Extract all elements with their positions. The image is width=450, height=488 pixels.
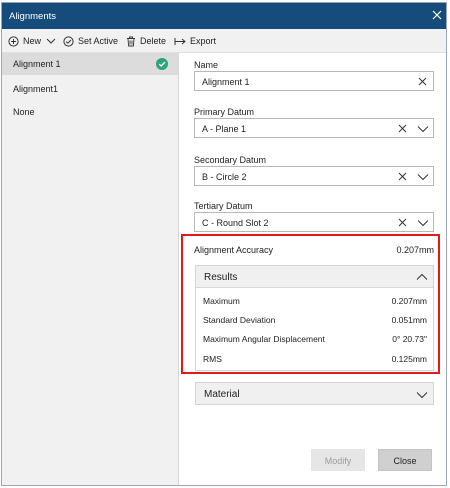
chevron-down-icon[interactable] — [416, 390, 428, 400]
trash-icon — [127, 36, 135, 46]
list-item[interactable]: None — [2, 101, 178, 123]
close-icon[interactable] — [428, 6, 446, 24]
highlight-box — [181, 234, 440, 374]
new-button[interactable]: New — [8, 34, 56, 48]
tertiary-datum-select[interactable]: C - Round Slot 2 — [194, 212, 434, 232]
clear-icon[interactable] — [397, 217, 408, 228]
delete-button-label: Delete — [140, 36, 167, 46]
chevron-down-icon[interactable] — [417, 124, 429, 134]
tertiary-datum-value: C - Round Slot 2 — [202, 218, 269, 228]
title-bar: Alignments — [2, 3, 446, 29]
material-panel[interactable]: Material — [195, 382, 434, 405]
export-button-label: Export — [190, 36, 217, 46]
close-button[interactable]: Close — [378, 449, 432, 471]
secondary-datum-select[interactable]: B - Circle 2 — [194, 166, 434, 186]
clear-icon[interactable] — [417, 76, 428, 87]
name-value: Alignment 1 — [202, 77, 250, 87]
primary-datum-value: A - Plane 1 — [202, 124, 247, 134]
toolbar: New Set Active Delete Export — [2, 29, 446, 53]
material-title: Material — [204, 389, 240, 400]
new-button-label: New — [23, 36, 42, 46]
list-item-label: Alignment 1 — [13, 59, 61, 69]
delete-button[interactable]: Delete — [126, 34, 166, 48]
list-item-label: Alignment1 — [13, 84, 59, 94]
alignment-list: Alignment 1 Alignment1 None — [2, 53, 179, 485]
plus-circle-icon — [8, 35, 19, 47]
name-label: Name — [194, 60, 219, 70]
chevron-down-icon — [46, 38, 56, 44]
tertiary-datum-label: Tertiary Datum — [194, 201, 253, 211]
alignments-dialog: Alignments New Set Active Delete Export … — [1, 2, 447, 486]
name-field[interactable]: Alignment 1 — [194, 71, 434, 91]
export-icon — [174, 37, 186, 45]
export-button[interactable]: Export — [174, 34, 216, 48]
list-item[interactable]: Alignment1 — [2, 78, 178, 100]
primary-datum-select[interactable]: A - Plane 1 — [194, 118, 434, 138]
primary-datum-label: Primary Datum — [194, 107, 255, 117]
list-item[interactable]: Alignment 1 — [2, 53, 178, 75]
secondary-datum-value: B - Circle 2 — [202, 172, 247, 182]
modify-button[interactable]: Modify — [311, 449, 365, 471]
window-title: Alignments — [9, 11, 56, 22]
list-item-label: None — [13, 107, 35, 117]
chevron-down-icon[interactable] — [417, 172, 429, 182]
set-active-button[interactable]: Set Active — [63, 34, 118, 48]
check-circle-icon — [63, 35, 74, 47]
chevron-down-icon[interactable] — [417, 218, 429, 228]
clear-icon[interactable] — [397, 123, 408, 134]
set-active-button-label: Set Active — [78, 36, 119, 46]
clear-icon[interactable] — [397, 171, 408, 182]
active-check-icon — [156, 58, 168, 70]
secondary-datum-label: Secondary Datum — [194, 155, 267, 165]
